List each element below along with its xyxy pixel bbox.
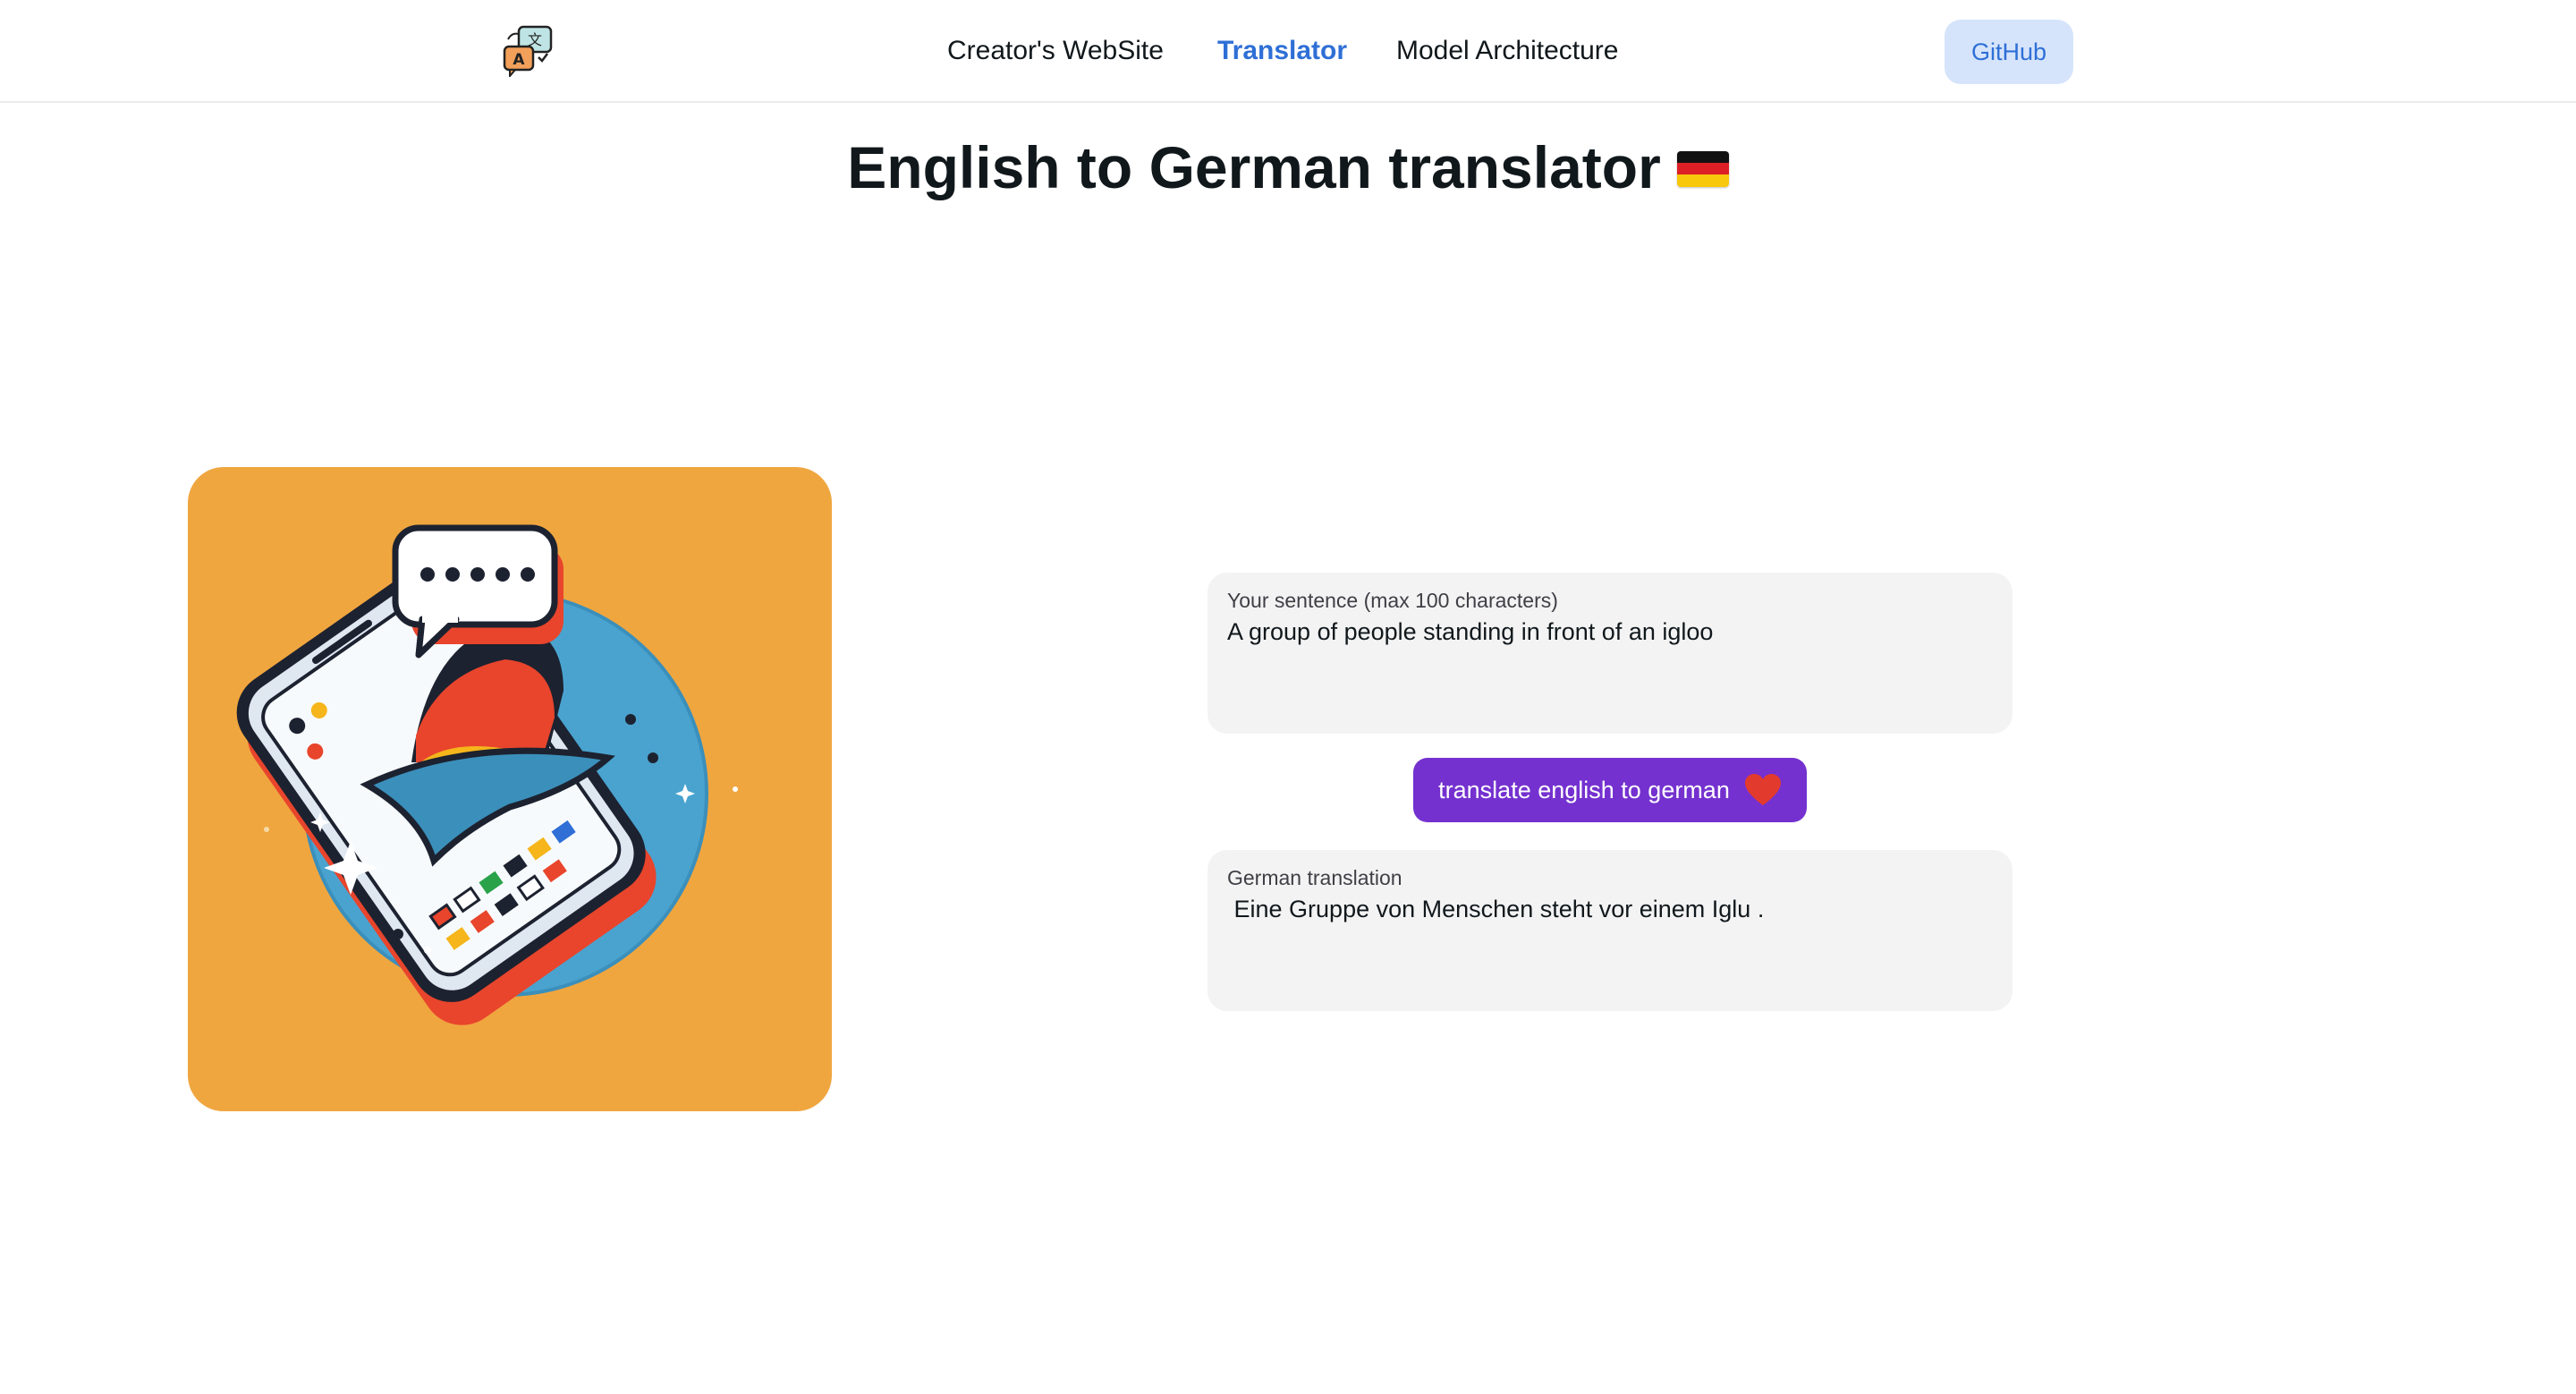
nav-link-creators-website[interactable]: Creator's WebSite: [947, 34, 1164, 68]
github-button[interactable]: GitHub: [1945, 20, 2073, 84]
sentence-input[interactable]: A group of people standing in front of a…: [1227, 616, 1993, 648]
nav-links: Creator's WebSite Translator Model Archi…: [0, 0, 2576, 103]
translation-output[interactable]: Eine Gruppe von Menschen steht vor einem…: [1227, 893, 1993, 925]
translate-button-label: translate english to german: [1438, 776, 1730, 803]
sentence-input-field[interactable]: Your sentence (max 100 characters) A gro…: [1208, 573, 2012, 734]
translate-button[interactable]: translate english to german: [1413, 758, 1807, 822]
translation-output-field[interactable]: German translation Eine Gruppe von Mensc…: [1208, 850, 2012, 1011]
nav-link-translator[interactable]: Translator: [1217, 34, 1347, 68]
sentence-input-label: Your sentence (max 100 characters): [1227, 589, 1558, 612]
german-flag-icon: [1676, 150, 1729, 187]
heart-icon: [1744, 773, 1782, 807]
nav-link-model-architecture[interactable]: Model Architecture: [1396, 34, 1618, 68]
translator-illustration: [188, 467, 832, 1111]
page-title: English to German translator: [0, 125, 2576, 209]
phone-translation-artwork: [236, 524, 738, 1025]
page-title-text: English to German translator: [847, 134, 1661, 200]
translation-output-label: German translation: [1227, 866, 1402, 889]
navbar: 文 A Creator's WebSite Translator Model A…: [0, 0, 2576, 103]
